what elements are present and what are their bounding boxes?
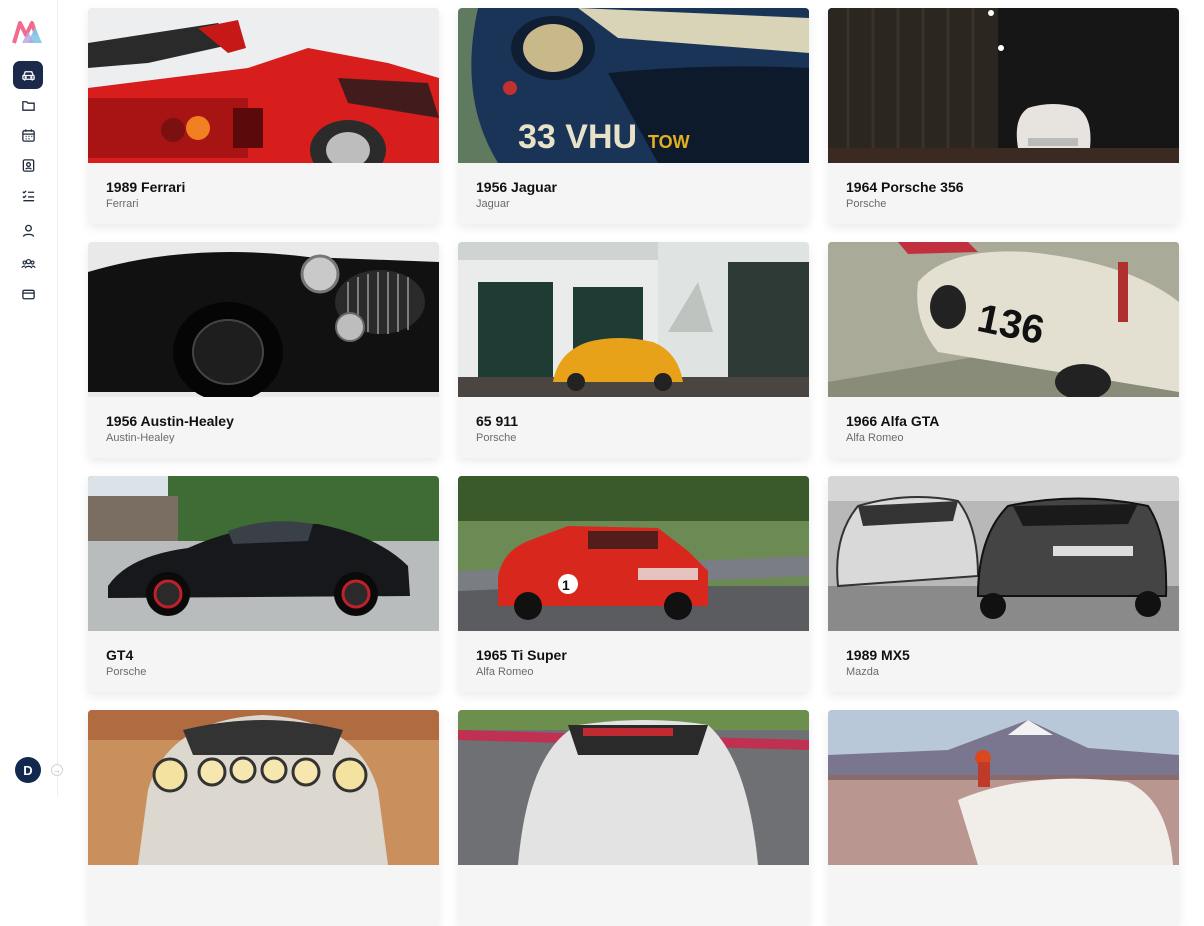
car-title: 1965 Ti Super	[476, 647, 567, 663]
car-make: Austin-Healey	[106, 432, 175, 444]
users-icon	[20, 258, 36, 268]
car-photo	[88, 710, 439, 865]
user-icon	[22, 224, 34, 237]
folder-icon	[21, 100, 35, 111]
car-photo	[458, 710, 809, 865]
nav-team[interactable]	[13, 249, 43, 277]
car-make: Mazda	[846, 666, 880, 678]
car-photo	[88, 242, 439, 397]
car-make: Porsche	[476, 432, 517, 444]
car-title: 65 911	[476, 413, 519, 429]
checklist-icon	[21, 189, 34, 201]
car-make: Porsche	[106, 666, 147, 678]
car-photo: 33 VHU TOW	[458, 8, 809, 163]
car-card[interactable]: 65 911 Porsche	[458, 242, 809, 458]
car-title: GT4	[106, 647, 134, 663]
car-photo	[828, 8, 1179, 163]
nav-tasks[interactable]	[13, 181, 43, 209]
car-card[interactable]: 1989 Ferrari Ferrari	[88, 8, 439, 224]
car-card[interactable]: 1956 Austin-Healey Austin-Healey	[88, 242, 439, 458]
car-photo	[828, 710, 1179, 865]
avatar-initial: D	[23, 762, 33, 778]
contact-card-icon	[22, 158, 34, 172]
car-make: Porsche	[846, 198, 887, 210]
car-photo	[88, 476, 439, 631]
car-card[interactable]	[458, 710, 809, 926]
car-title: 1964 Porsche 356	[846, 179, 964, 195]
credit-card-icon	[21, 289, 35, 299]
nav-cars[interactable]	[13, 61, 43, 89]
car-card[interactable]: 33 VHU TOW 1956 Jaguar Jaguar	[458, 8, 809, 224]
car-photo: 1	[458, 476, 809, 631]
nav-profile[interactable]	[13, 216, 43, 244]
arrow-right-icon: →	[53, 765, 61, 775]
car-card[interactable]: 1964 Porsche 356 Porsche	[828, 8, 1179, 224]
sidebar: D →	[0, 0, 63, 797]
car-title: 1956 Jaguar	[476, 179, 557, 195]
nav-contacts[interactable]	[13, 151, 43, 179]
car-card[interactable]	[88, 710, 439, 926]
car-photo	[88, 8, 439, 163]
user-avatar[interactable]: D	[15, 757, 41, 783]
calendar-icon	[21, 128, 35, 142]
car-make: Alfa Romeo	[846, 432, 904, 444]
nav-calendar[interactable]	[13, 121, 43, 149]
car-photo: 136	[828, 242, 1179, 397]
svg-text:33 VHU: 33 VHU	[518, 118, 637, 156]
app-logo[interactable]	[12, 19, 44, 45]
nav-billing[interactable]	[13, 280, 43, 308]
sidebar-collapse-button[interactable]: →	[51, 764, 63, 776]
car-card[interactable]: 1989 MX5 Mazda	[828, 476, 1179, 692]
car-icon	[21, 70, 35, 81]
car-title: 1966 Alfa GTA	[846, 413, 940, 429]
car-title: 1989 Ferrari	[106, 179, 186, 195]
car-title: 1989 MX5	[846, 647, 910, 663]
car-photo	[828, 476, 1179, 631]
car-photo	[458, 242, 809, 397]
car-card[interactable]	[828, 710, 1179, 926]
car-make: Ferrari	[106, 198, 139, 210]
car-card[interactable]: GT4 Porsche	[88, 476, 439, 692]
car-card[interactable]: 136 1966 Alfa GTA Alfa Romeo	[828, 242, 1179, 458]
car-title: 1956 Austin-Healey	[106, 413, 234, 429]
svg-text:1: 1	[562, 577, 570, 593]
car-grid: 1989 Ferrari Ferrari 33 VHU TOW 1956 Jag…	[88, 8, 1179, 926]
svg-text:TOW: TOW	[648, 132, 690, 152]
nav-folders[interactable]	[13, 91, 43, 119]
car-make: Jaguar	[476, 198, 510, 210]
car-card[interactable]: 1 1965 Ti Super Alfa Romeo	[458, 476, 809, 692]
car-make: Alfa Romeo	[476, 666, 534, 678]
